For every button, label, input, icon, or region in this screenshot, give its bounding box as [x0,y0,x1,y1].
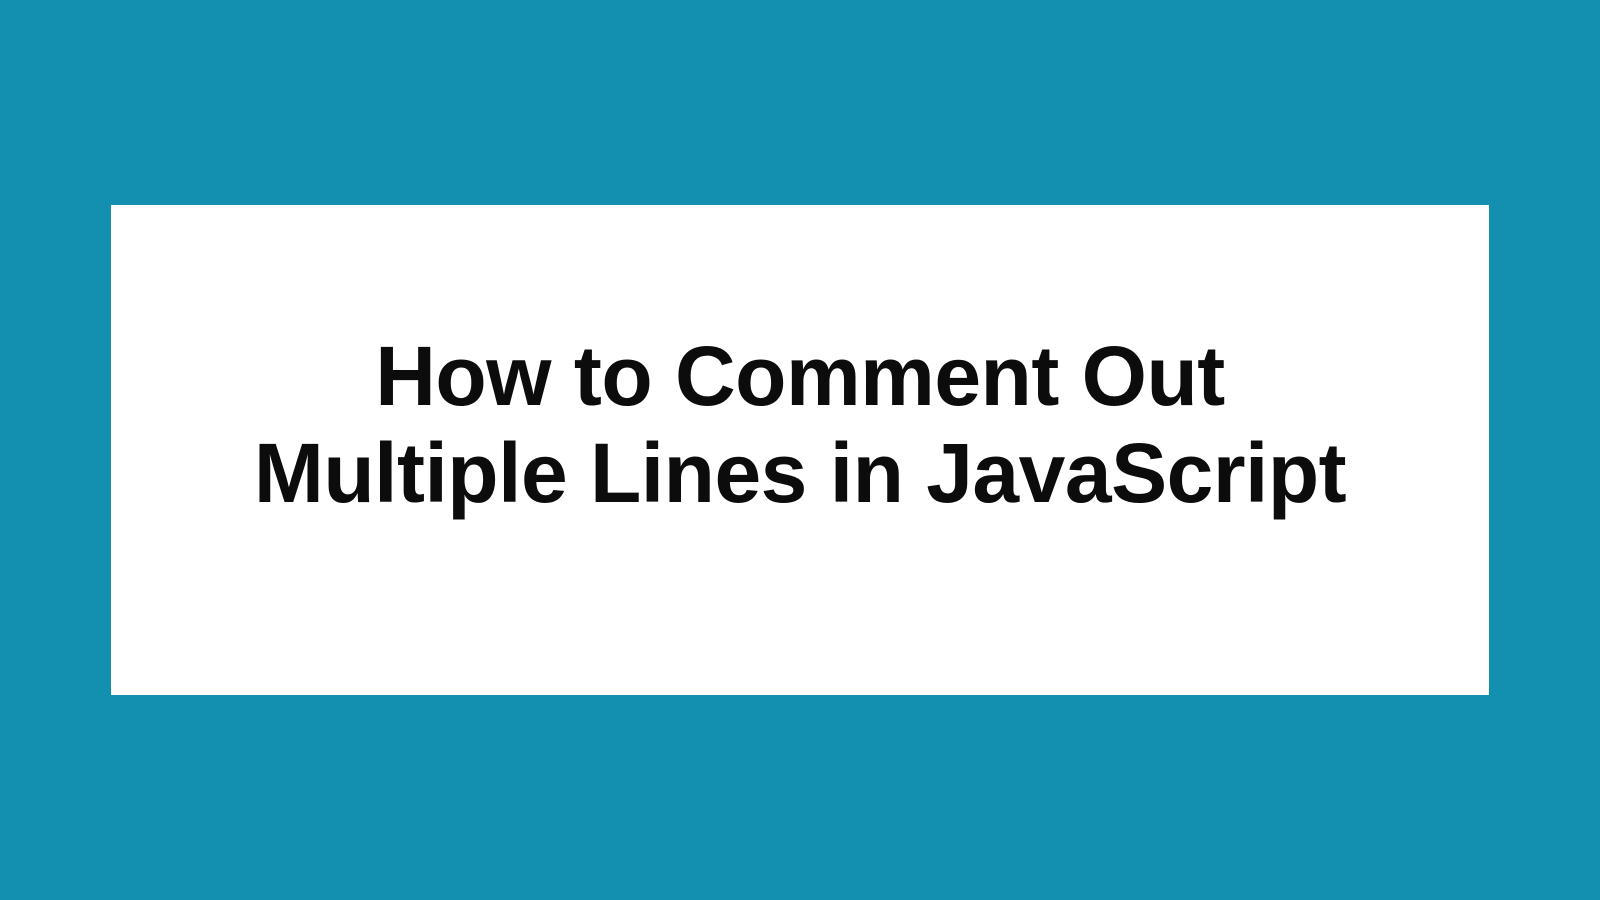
title-card: How to Comment Out Multiple Lines in Jav… [111,205,1489,695]
page-title: How to Comment Out Multiple Lines in Jav… [211,328,1389,521]
